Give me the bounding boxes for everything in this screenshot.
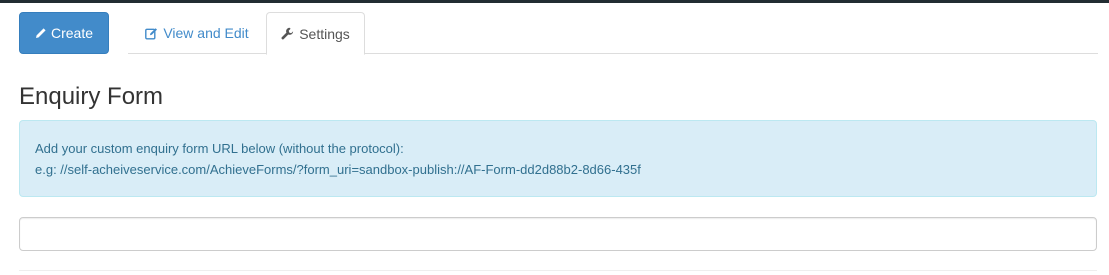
tab-settings[interactable]: Settings	[266, 12, 365, 55]
create-button[interactable]: Create	[19, 12, 109, 54]
info-alert-line-2: e.g: //self-acheiveservice.com/AchieveFo…	[35, 162, 641, 177]
info-alert: Add your custom enquiry form URL below (…	[19, 120, 1097, 197]
page-title: Enquiry Form	[19, 83, 164, 110]
tab-settings-label: Settings	[299, 25, 350, 42]
tab-view-and-edit[interactable]: View and Edit	[131, 12, 263, 54]
info-alert-line-1: Add your custom enquiry form URL below (…	[35, 141, 404, 156]
enquiry-form-url-input[interactable]	[19, 217, 1097, 251]
pencil-icon	[35, 27, 47, 39]
section-divider	[19, 270, 1097, 271]
wrench-icon	[281, 27, 294, 40]
top-bar	[0, 0, 1109, 3]
tab-view-and-edit-label: View and Edit	[163, 25, 249, 41]
edit-icon	[145, 27, 158, 40]
tab-bar: Create View and Edit Settings	[19, 12, 1098, 55]
create-button-label: Create	[50, 25, 94, 41]
